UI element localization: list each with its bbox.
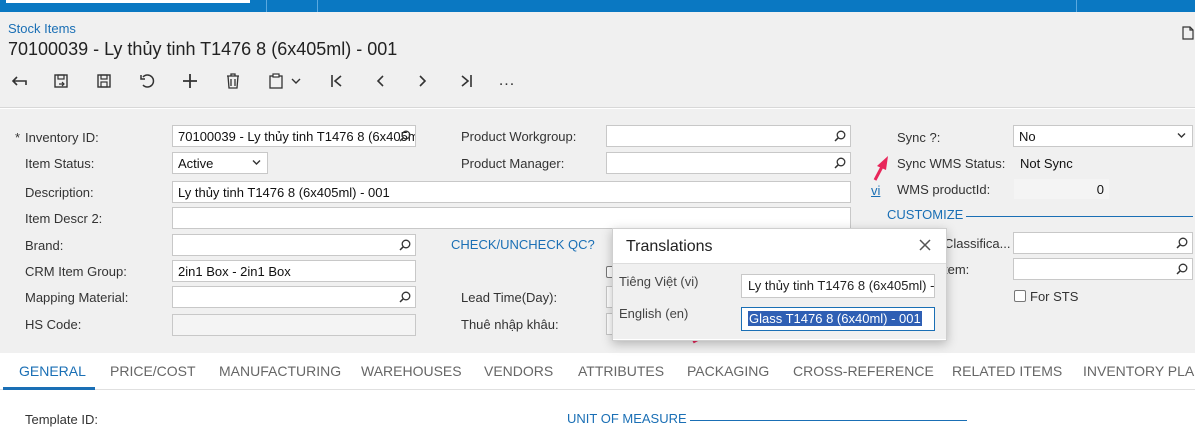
dialog-body: Tiêng Việt (vi) Ly thủy tinh T1476 8 (6x… [613,263,946,339]
tab-vendors[interactable]: VENDORS [484,363,553,379]
tab-cross-reference[interactable]: CROSS-REFERENCE [793,363,934,379]
section-divider [690,420,967,421]
tab-packaging[interactable]: PACKAGING [687,363,769,379]
tab-general[interactable]: GENERAL [19,363,86,379]
template-id-label: Template ID: [25,412,98,427]
translations-dialog: Translations Tiêng Việt (vi) Ly thủy tin… [612,228,947,341]
general-tab-content: Template ID: UNIT OF MEASURE [0,390,1195,427]
tab-inventory-planning[interactable]: INVENTORY PLANI [1083,363,1195,379]
tab-manufacturing[interactable]: MANUFACTURING [219,363,341,379]
tab-bar: GENERAL PRICE/COST MANUFACTURING WAREHOU… [0,353,1195,390]
tab-price-cost[interactable]: PRICE/COST [110,363,196,379]
tab-related-items[interactable]: RELATED ITEMS [952,363,1062,379]
language-label-vi: Tiêng Việt (vi) [619,274,699,289]
language-label-en: English (en) [619,306,689,321]
arrow-to-vi [873,156,888,181]
selected-text: Glass T1476 8 (6x40ml) - 001 [748,311,922,326]
tab-attributes[interactable]: ATTRIBUTES [578,363,664,379]
translation-field-vi[interactable]: Ly thủy tinh T1476 8 (6x405ml) - 001 [741,274,935,298]
close-icon[interactable] [918,238,932,252]
tab-warehouses[interactable]: WAREHOUSES [361,363,462,379]
translation-field-en[interactable]: Glass T1476 8 (6x40ml) - 001 [741,307,935,331]
unit-of-measure-section-title: UNIT OF MEASURE [567,411,687,426]
dialog-title: Translations [626,238,713,255]
